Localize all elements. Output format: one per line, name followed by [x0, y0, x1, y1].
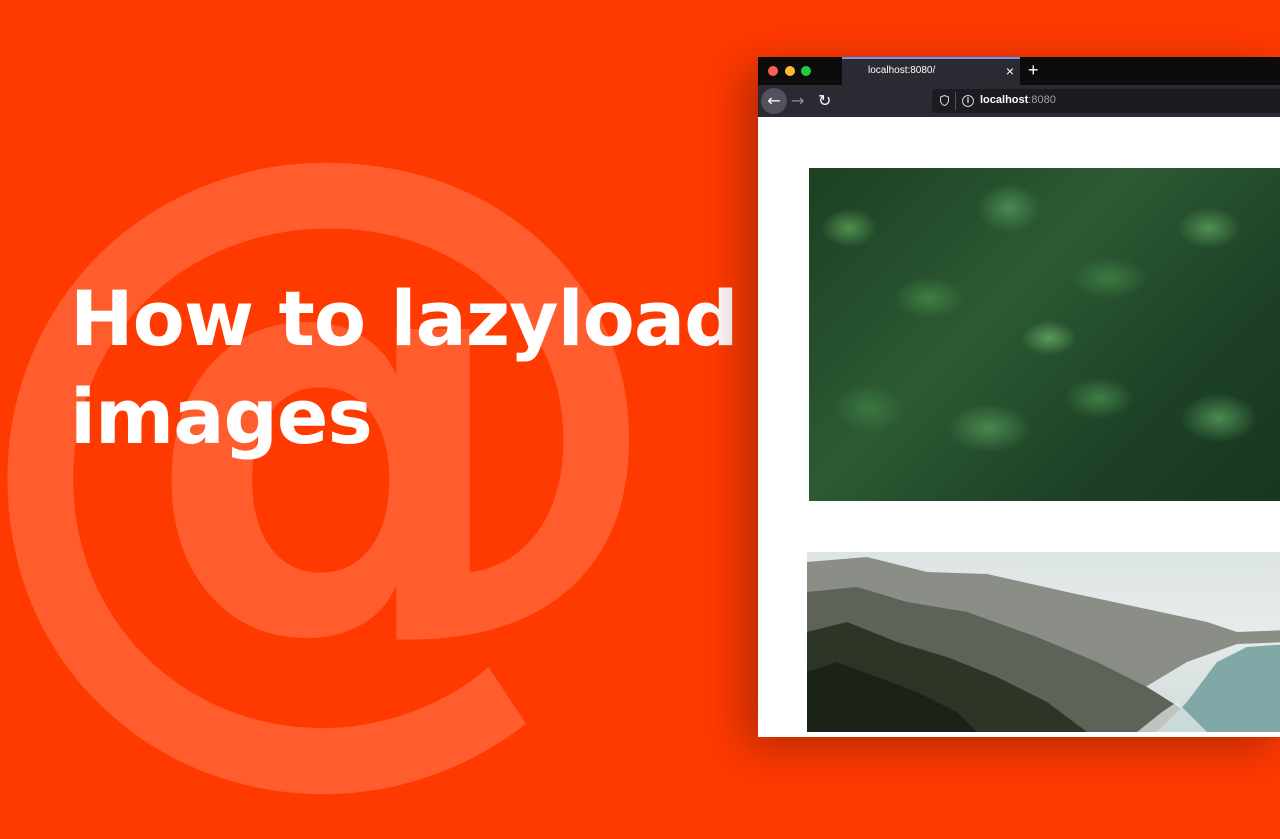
tab-close-icon[interactable]: × [1006, 62, 1014, 80]
reload-icon[interactable]: ↻ [818, 89, 831, 113]
headline: How to lazyload images [70, 270, 739, 466]
minimize-window-button[interactable] [785, 66, 795, 76]
headline-line-1: How to lazyload [70, 274, 739, 363]
forward-arrow-icon[interactable]: → [791, 89, 804, 113]
coastal-cliffs-image [807, 552, 1280, 732]
url-text[interactable]: localhost:8080 [980, 94, 1056, 106]
navigation-toolbar: ← → ↻ i localhost:8080 [758, 85, 1280, 117]
zoom-window-button[interactable] [801, 66, 811, 76]
address-bar-divider [955, 92, 956, 110]
tab-title: localhost:8080/ [868, 65, 936, 76]
coast-landscape-graphic [807, 557, 1280, 732]
shield-icon[interactable] [940, 95, 949, 106]
tab-bar: localhost:8080/ × + [758, 57, 1280, 85]
info-icon[interactable]: i [962, 95, 974, 107]
url-port: :8080 [1028, 94, 1056, 106]
tab-localhost[interactable]: localhost:8080/ × [842, 57, 1020, 85]
headline-line-2: images [70, 372, 373, 461]
fern-foliage-image [809, 168, 1280, 501]
browser-window: localhost:8080/ × + ← → ↻ i localhost:80… [758, 57, 1280, 737]
close-window-button[interactable] [768, 66, 778, 76]
address-bar[interactable]: i localhost:8080 [932, 89, 1280, 113]
url-host: localhost [980, 94, 1029, 106]
new-tab-icon[interactable]: + [1028, 59, 1039, 81]
back-arrow-icon[interactable]: ← [761, 88, 787, 114]
